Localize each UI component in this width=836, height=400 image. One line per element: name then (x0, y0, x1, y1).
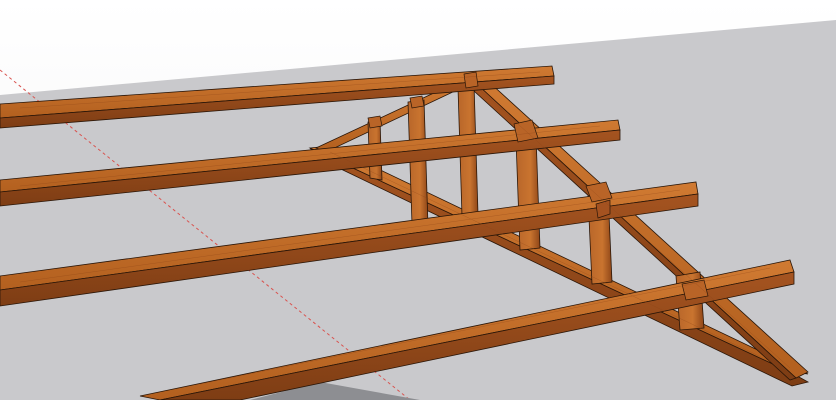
3d-model-viewport[interactable] (0, 0, 836, 400)
roof-truss-scene[interactable] (0, 0, 836, 400)
truss-post-4[interactable] (515, 135, 541, 251)
